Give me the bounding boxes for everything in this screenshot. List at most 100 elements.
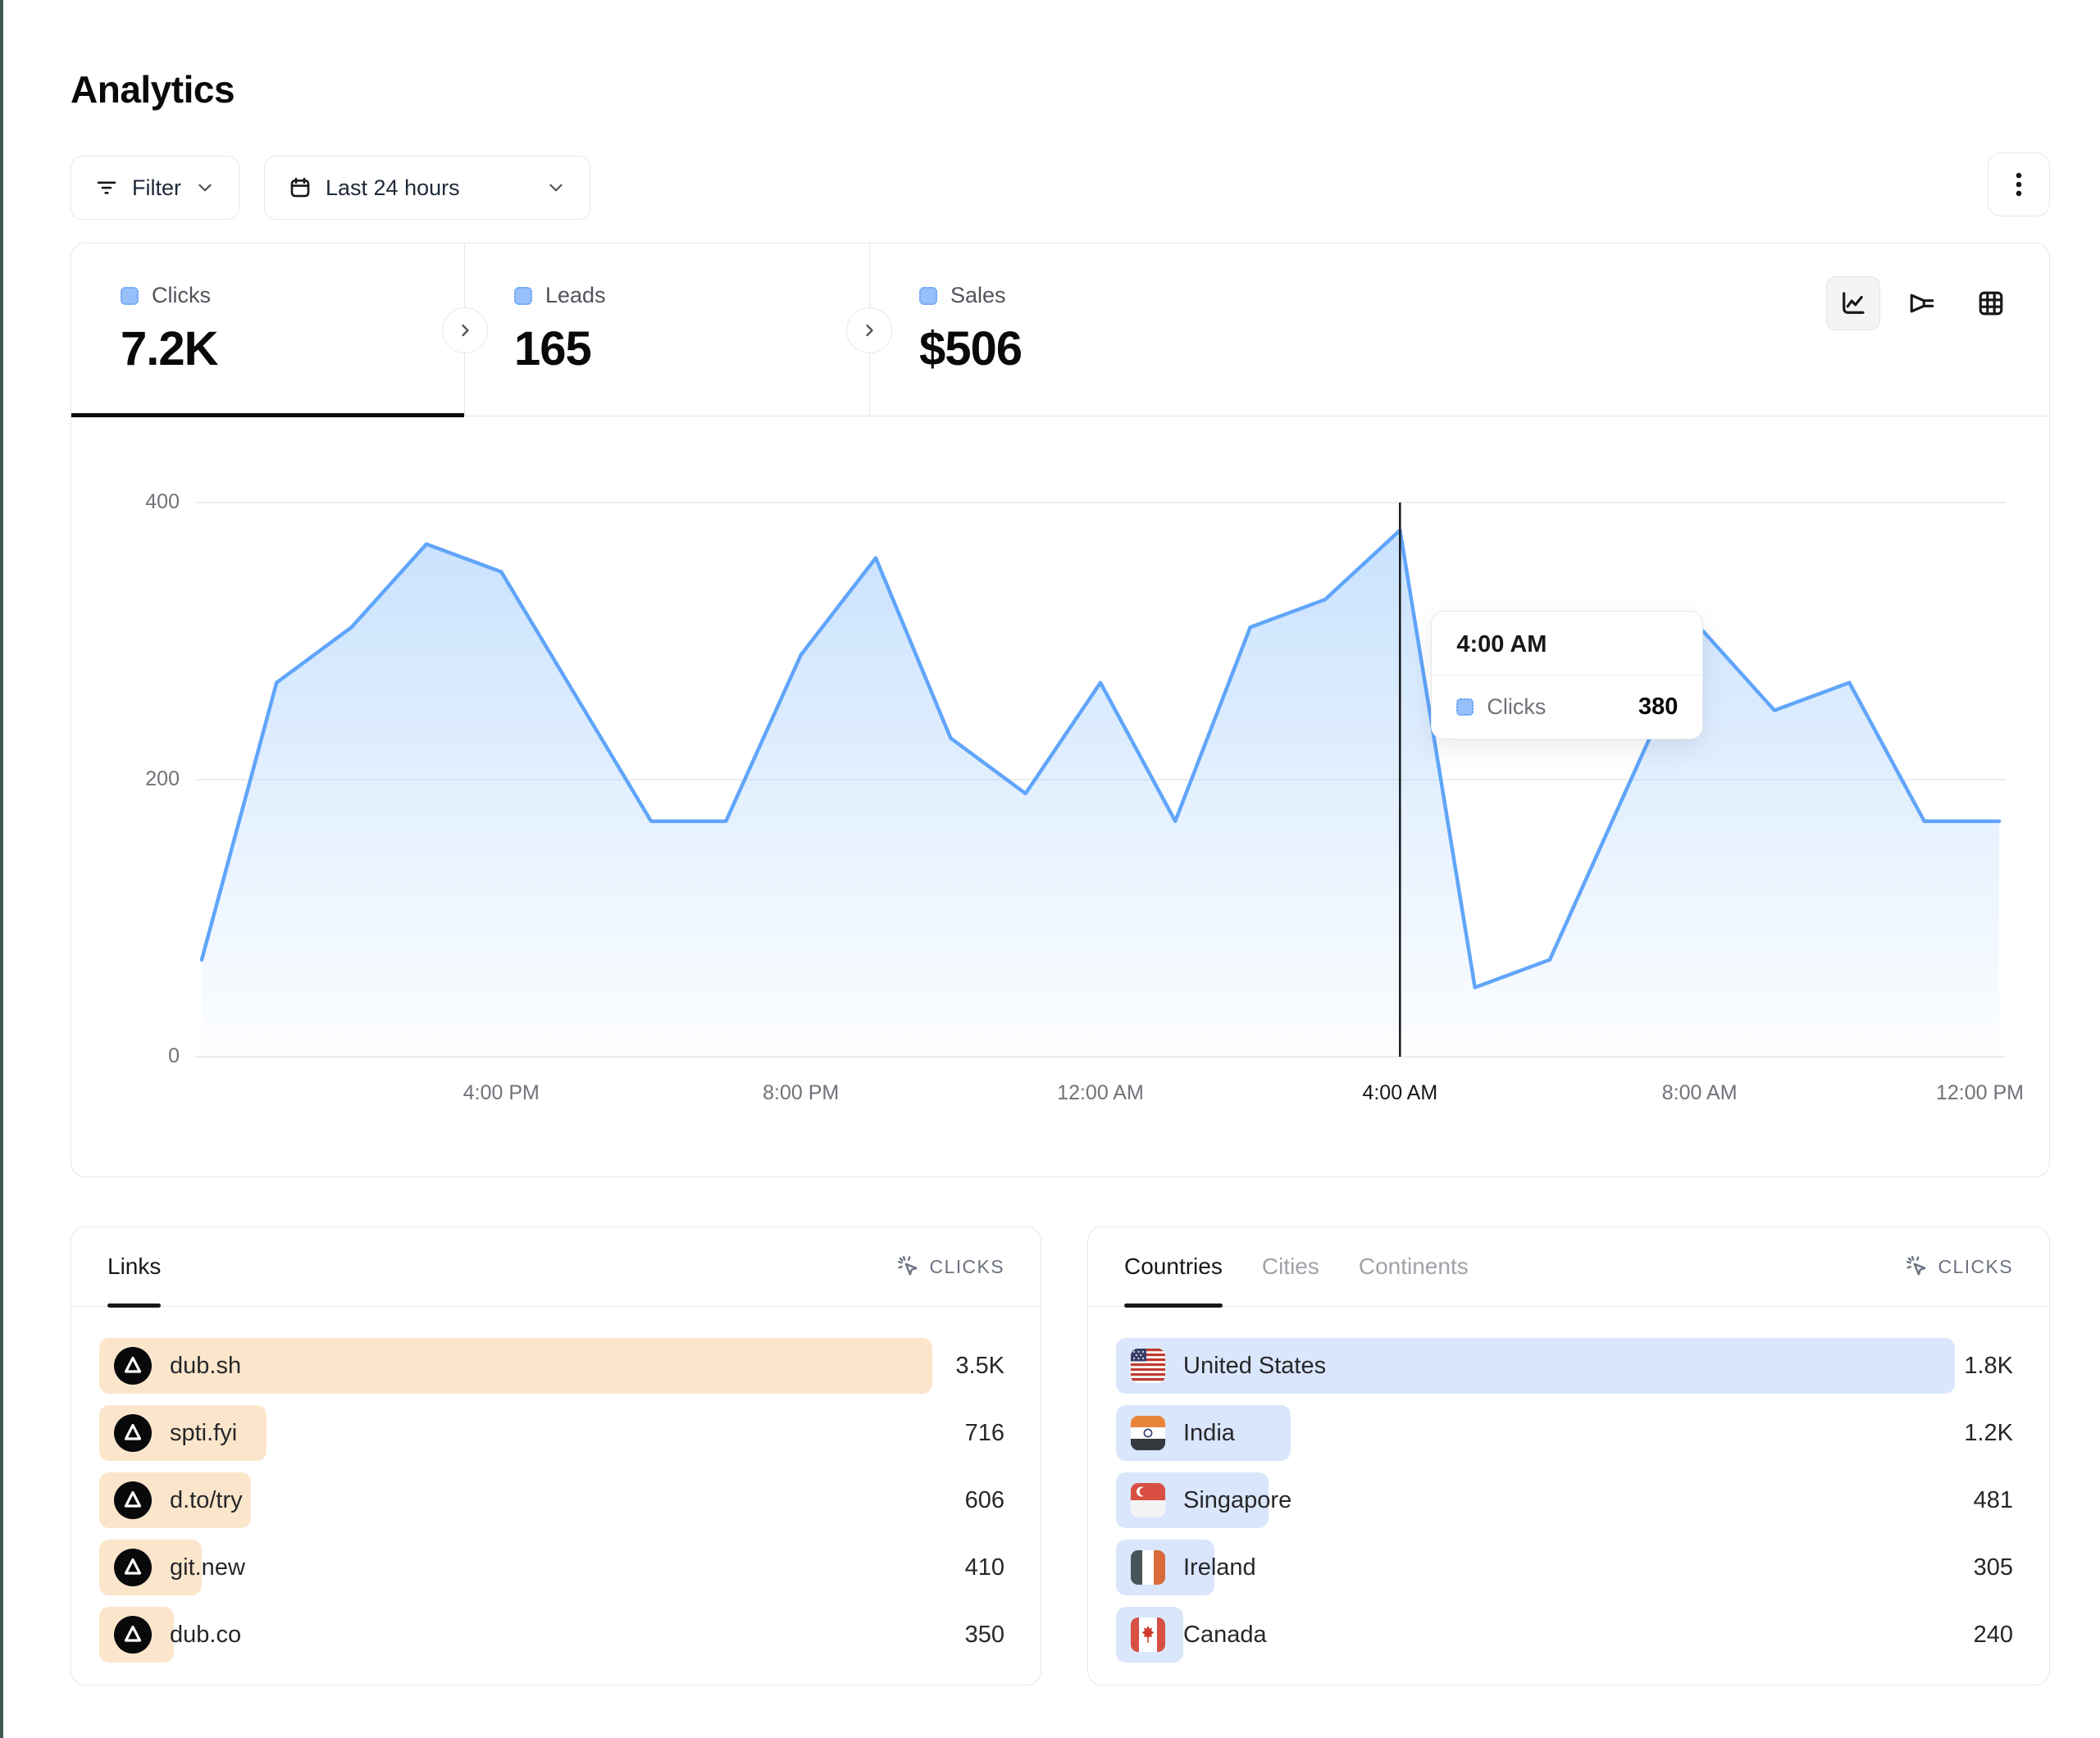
- metric-label: Leads: [545, 283, 606, 308]
- chart-type-switcher: [1826, 276, 2018, 330]
- link-row[interactable]: dub.co350: [99, 1607, 1004, 1663]
- in-flag-icon: [1131, 1416, 1165, 1450]
- countries-panel: Countries Cities Continents CLICKS Unite…: [1087, 1226, 2050, 1686]
- x-axis-tick: 12:00 PM: [1936, 1081, 2024, 1105]
- filter-icon: [94, 175, 119, 200]
- analytics-card: Clicks 7.2K Leads 165 Sales $506: [71, 243, 2050, 1177]
- cursor-click-icon: [896, 1254, 921, 1279]
- date-range-button[interactable]: Last 24 hours: [264, 156, 590, 220]
- row-label: spti.fyi: [170, 1420, 237, 1447]
- metric-label: Clicks: [152, 283, 211, 308]
- leads-legend-swatch: [514, 287, 532, 305]
- row-value: 410: [965, 1554, 1004, 1581]
- link-favicon: [114, 1347, 152, 1385]
- country-row[interactable]: Singapore 481: [1116, 1472, 2013, 1528]
- tab-cities[interactable]: Cities: [1262, 1227, 1319, 1306]
- tooltip-series-swatch: [1456, 698, 1474, 716]
- expand-leads-button[interactable]: [442, 307, 488, 353]
- country-row[interactable]: Ireland 305: [1116, 1540, 2013, 1595]
- metric-label: Sales: [950, 283, 1006, 308]
- row-value: 716: [965, 1420, 1004, 1447]
- row-label: Ireland: [1183, 1554, 1256, 1581]
- row-value: 305: [1974, 1554, 2013, 1581]
- expand-sales-button[interactable]: [846, 307, 892, 353]
- tab-clicks[interactable]: Clicks 7.2K: [71, 243, 464, 416]
- calendar-icon: [288, 175, 312, 200]
- ca-flag-icon: [1131, 1617, 1165, 1652]
- us-flag-icon: [1131, 1349, 1165, 1383]
- x-axis-tick: 8:00 AM: [1662, 1081, 1738, 1105]
- row-label: India: [1183, 1420, 1235, 1447]
- ie-flag-icon: [1131, 1550, 1165, 1585]
- funnel-view-button[interactable]: [1895, 276, 1949, 330]
- row-label: d.to/try: [170, 1487, 243, 1514]
- metric-tabs: Clicks 7.2K Leads 165 Sales $506: [71, 243, 2049, 416]
- country-row[interactable]: United States 1.8K: [1116, 1338, 2013, 1394]
- country-row[interactable]: Canada 240: [1116, 1607, 2013, 1663]
- line-chart-view-button[interactable]: [1826, 276, 1880, 330]
- tab-label: Countries: [1124, 1253, 1223, 1280]
- tab-countries[interactable]: Countries: [1124, 1227, 1223, 1306]
- link-favicon: [114, 1414, 152, 1452]
- row-value: 606: [965, 1487, 1004, 1514]
- tab-label: Links: [107, 1253, 161, 1280]
- cursor-click-icon: [1905, 1254, 1929, 1279]
- tab-links[interactable]: Links: [107, 1227, 161, 1306]
- row-label: git.new: [170, 1554, 245, 1581]
- link-favicon: [114, 1616, 152, 1654]
- link-favicon: [114, 1481, 152, 1519]
- table-view-button[interactable]: [1964, 276, 2018, 330]
- links-sort-by-clicks[interactable]: CLICKS: [896, 1254, 1004, 1279]
- link-row[interactable]: spti.fyi 716: [99, 1405, 1004, 1461]
- x-axis-tick: 12:00 AM: [1057, 1081, 1144, 1105]
- tab-continents[interactable]: Continents: [1359, 1227, 1469, 1306]
- filter-button[interactable]: Filter: [71, 156, 239, 220]
- filter-button-label: Filter: [132, 175, 181, 201]
- clicks-time-series-chart[interactable]: 4:00 AM Clicks 380: [195, 486, 2006, 1060]
- sales-legend-swatch: [919, 287, 937, 305]
- date-range-label: Last 24 hours: [326, 175, 460, 201]
- x-axis-tick: 8:00 PM: [763, 1081, 839, 1105]
- x-axis-tick: 4:00 PM: [463, 1081, 540, 1105]
- chevron-right-icon: [859, 321, 879, 340]
- link-favicon: [114, 1549, 152, 1586]
- more-options-button[interactable]: [1988, 152, 2050, 216]
- page-title: Analytics: [71, 67, 235, 111]
- tab-label: Continents: [1359, 1253, 1469, 1280]
- chart-tooltip: 4:00 AM Clicks 380: [1431, 611, 1703, 739]
- row-label: dub.sh: [170, 1353, 241, 1380]
- page-left-edge: [0, 0, 3, 1738]
- link-row[interactable]: dub.sh 3.5K: [99, 1338, 1004, 1394]
- line-chart-icon: [1838, 289, 1868, 318]
- y-axis-tick: 200: [104, 767, 180, 791]
- metric-value: 165: [514, 321, 869, 376]
- sort-label: CLICKS: [1938, 1256, 2013, 1278]
- tab-label: Cities: [1262, 1253, 1319, 1280]
- link-row[interactable]: d.to/try 606: [99, 1472, 1004, 1528]
- tooltip-time: 4:00 AM: [1432, 612, 1702, 676]
- link-row[interactable]: git.new 410: [99, 1540, 1004, 1595]
- chevron-right-icon: [455, 321, 475, 340]
- country-row[interactable]: India 1.2K: [1116, 1405, 2013, 1461]
- tooltip-series-label: Clicks: [1487, 694, 1546, 720]
- row-label: Canada: [1183, 1622, 1267, 1649]
- funnel-chart-icon: [1907, 289, 1937, 318]
- row-value: 1.2K: [1964, 1420, 2013, 1447]
- metric-value: 7.2K: [121, 321, 464, 376]
- chevron-down-icon: [194, 177, 216, 198]
- grid-table-icon: [1976, 289, 2006, 318]
- countries-sort-by-clicks[interactable]: CLICKS: [1905, 1254, 2013, 1279]
- row-value: 481: [1974, 1487, 2013, 1514]
- tab-leads[interactable]: Leads 165: [464, 243, 869, 416]
- row-label: Singapore: [1183, 1487, 1291, 1514]
- y-axis-tick: 400: [104, 490, 180, 514]
- x-axis-tick: 4:00 AM: [1362, 1081, 1437, 1105]
- sort-label: CLICKS: [930, 1256, 1004, 1278]
- row-label: United States: [1183, 1353, 1326, 1380]
- clicks-legend-swatch: [121, 287, 139, 305]
- chevron-down-icon: [545, 177, 567, 198]
- row-value: 3.5K: [955, 1353, 1004, 1380]
- row-value: 1.8K: [1964, 1353, 2013, 1380]
- row-value: 350: [965, 1622, 1004, 1649]
- row-value: 240: [1974, 1622, 2013, 1649]
